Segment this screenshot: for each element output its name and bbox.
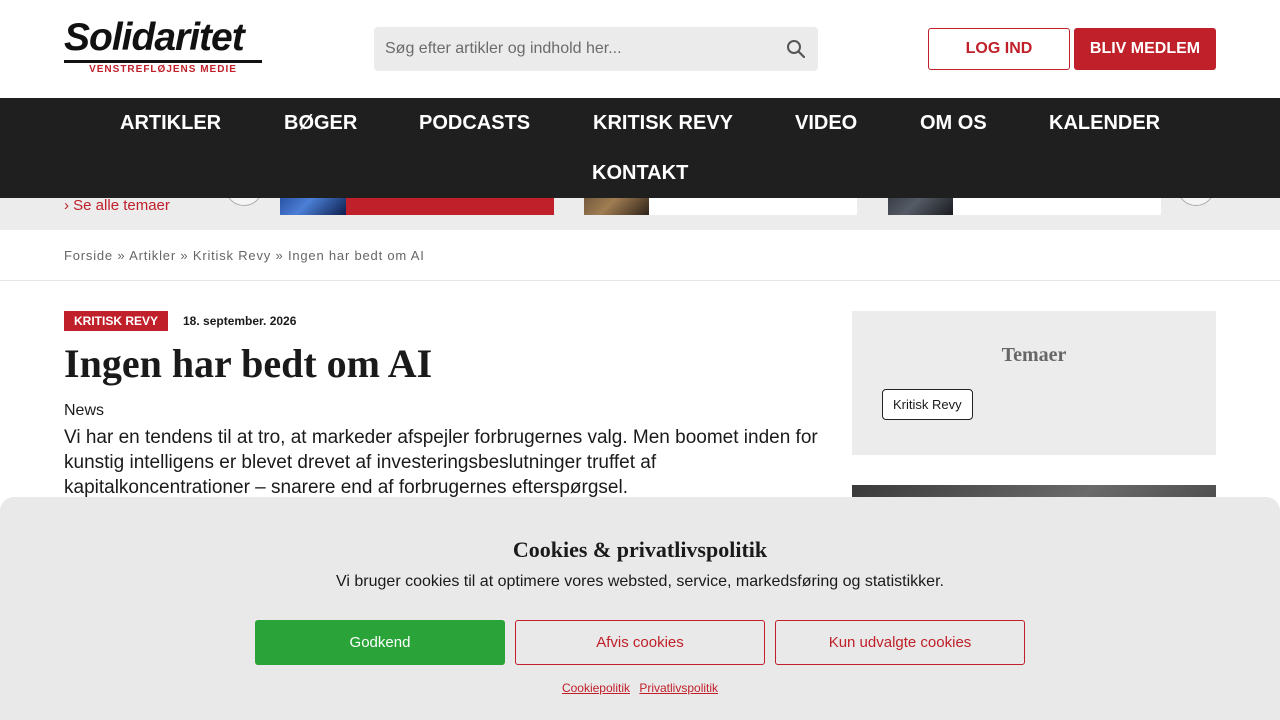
article-title: Ingen har bedt om AI xyxy=(64,341,433,386)
site-header: Solidaritet VENSTREFLØJENS MEDIE LOG IND… xyxy=(0,0,1280,98)
breadcrumb-separator: » xyxy=(180,248,189,263)
site-logo[interactable]: Solidaritet VENSTREFLØJENS MEDIE xyxy=(64,18,264,75)
search-input[interactable] xyxy=(374,27,774,71)
reject-cookies-button[interactable]: Afvis cookies xyxy=(515,620,765,665)
logo-tagline: VENSTREFLØJENS MEDIE xyxy=(89,64,237,75)
nav-item-artikler[interactable]: ARTIKLER xyxy=(120,98,221,148)
nav-item-kritisk-revy[interactable]: KRITISK REVY xyxy=(593,98,733,148)
nav-item-video[interactable]: VIDEO xyxy=(795,98,857,148)
article-kicker: News xyxy=(64,402,105,419)
theme-tag-kritisk-revy[interactable]: Kritisk Revy xyxy=(882,389,973,420)
breadcrumb-home[interactable]: Forside xyxy=(64,248,113,263)
main-nav: ARTIKLER BØGER PODCASTS KRITISK REVY VID… xyxy=(0,98,1280,198)
nav-item-kontakt[interactable]: KONTAKT xyxy=(592,148,688,198)
nav-item-om-os[interactable]: OM OS xyxy=(920,98,987,148)
see-all-themes-label: Se alle temaer xyxy=(73,197,170,214)
cookie-text: Vi bruger cookies til at optimere vores … xyxy=(336,573,944,590)
logo-underline xyxy=(64,60,262,63)
nav-item-boger[interactable]: BØGER xyxy=(284,98,357,148)
cookie-title: Cookies & privatlivspolitik xyxy=(512,537,768,562)
themes-title: Temaer xyxy=(1001,344,1067,366)
breadcrumb: Forside » Artikler » Kritisk Revy » Inge… xyxy=(64,248,425,263)
see-all-themes-link[interactable]: › Se alle temaer xyxy=(64,197,170,214)
breadcrumb-bar: Forside » Artikler » Kritisk Revy » Inge… xyxy=(0,230,1280,281)
search-box xyxy=(374,27,818,71)
breadcrumb-articles[interactable]: Artikler xyxy=(129,248,176,263)
privacy-policy-link[interactable]: Privatlivspolitik xyxy=(639,681,718,695)
login-button[interactable]: LOG IND xyxy=(928,28,1070,70)
selected-cookies-button[interactable]: Kun udvalgte cookies xyxy=(775,620,1025,665)
breadcrumb-separator: » xyxy=(275,248,284,263)
cookie-links: Cookiepolitik Privatlivspolitik xyxy=(0,681,1280,695)
logo-wordmark: Solidaritet xyxy=(64,16,245,59)
cookie-banner: Cookies & privatlivspolitik Vi bruger co… xyxy=(0,497,1280,720)
themes-box: Temaer Kritisk Revy xyxy=(852,311,1216,455)
search-icon[interactable] xyxy=(786,39,806,59)
breadcrumb-current: Ingen har bedt om AI xyxy=(287,248,425,263)
chevron-right-icon: › xyxy=(64,197,69,214)
article-lead: Vi har en tendens til at tro, at markede… xyxy=(64,427,818,498)
accept-cookies-button[interactable]: Godkend xyxy=(255,620,505,665)
nav-item-kalender[interactable]: KALENDER xyxy=(1049,98,1160,148)
breadcrumb-separator: » xyxy=(117,248,126,263)
become-member-button[interactable]: BLIV MEDLEM xyxy=(1074,28,1216,70)
article-date: 18. september. 2026 xyxy=(183,314,297,328)
cookie-policy-link[interactable]: Cookiepolitik xyxy=(562,681,630,695)
category-badge[interactable]: KRITISK REVY xyxy=(64,311,169,331)
nav-item-podcasts[interactable]: PODCASTS xyxy=(419,98,530,148)
breadcrumb-category[interactable]: Kritisk Revy xyxy=(193,248,271,263)
